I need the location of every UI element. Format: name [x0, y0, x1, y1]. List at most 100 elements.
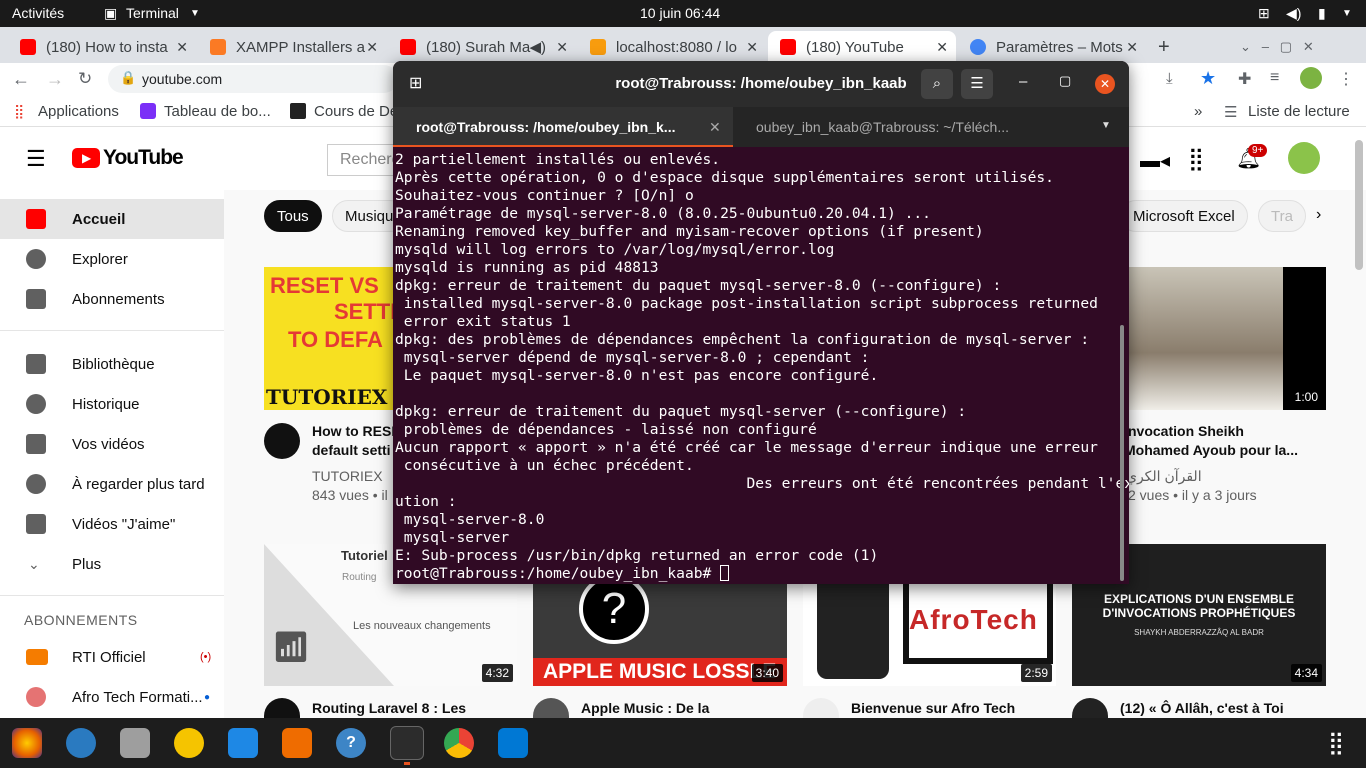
close-icon[interactable]: ✕ [936, 39, 948, 56]
video-title[interactable]: Apple Music : De la [581, 699, 709, 718]
sidebar-item-vos-videos[interactable]: Vos vidéos [0, 424, 224, 464]
media-icon[interactable]: ≡ [1270, 69, 1279, 87]
video-thumbnail[interactable]: RESET VS SETTI TO DEFA TUTORIEX [264, 267, 394, 410]
battery-icon[interactable]: ▮ [1318, 5, 1326, 22]
terminal-scrollbar[interactable] [1120, 325, 1124, 581]
hamburger-menu-icon[interactable]: ☰ [26, 146, 46, 172]
sidebar-item-bibliotheque[interactable]: Bibliothèque [0, 344, 224, 384]
files-icon[interactable] [120, 728, 150, 758]
avatar[interactable] [1288, 142, 1320, 174]
sidebar-item-explorer[interactable]: Explorer [0, 239, 224, 279]
forward-icon[interactable]: → [46, 69, 64, 90]
tab-youtube-1[interactable]: (180) How to insta ✕ [8, 31, 196, 63]
volume-icon[interactable]: ◀) [1286, 5, 1301, 22]
audio-icon[interactable]: ◀) [529, 38, 546, 56]
help-icon[interactable]: ? [336, 728, 366, 758]
video-title[interactable]: Bienvenue sur Afro Tech [851, 699, 1015, 718]
channel-avatar[interactable] [264, 698, 300, 718]
sidebar-item-watch-later[interactable]: À regarder plus tard [0, 464, 224, 504]
video-title[interactable]: nvocation Sheikh [1128, 422, 1244, 441]
close-icon[interactable]: ✕ [1126, 39, 1138, 56]
close-icon[interactable]: ✕ [176, 39, 188, 56]
chevron-right-icon[interactable]: › [1316, 206, 1321, 224]
firefox-icon[interactable] [12, 728, 42, 758]
thunderbird-icon[interactable] [66, 728, 96, 758]
channel-avatar[interactable] [1072, 698, 1108, 718]
chip-excel[interactable]: Microsoft Excel [1120, 200, 1248, 232]
sidebar-item-abonnements[interactable]: Abonnements [0, 279, 224, 319]
close-icon[interactable]: ✕ [746, 39, 758, 56]
video-title[interactable]: Mohamed Ayoub pour la... [1124, 441, 1298, 460]
channel-avatar[interactable] [264, 423, 300, 459]
bookmark-cours[interactable]: Cours de De [314, 103, 398, 120]
terminal-titlebar[interactable]: ⊞ root@Trabrouss: /home/oubey_ibn_kaab ⌕… [393, 61, 1129, 107]
tab-parametres[interactable]: Paramètres – Mots ✕ [958, 31, 1146, 63]
vscode-icon[interactable] [498, 728, 528, 758]
url-field[interactable]: 🔒 youtube.com [108, 65, 398, 93]
profile-avatar[interactable] [1300, 67, 1322, 89]
youtube-logo-text[interactable]: YouTube [103, 146, 184, 170]
channel-avatar[interactable] [803, 698, 839, 718]
tab-xampp[interactable]: XAMPP Installers a ✕ [198, 31, 386, 63]
video-title[interactable]: Routing Laravel 8 : Les [312, 699, 466, 718]
channel-name[interactable]: TUTORIEX [312, 468, 383, 484]
sidebar-item-liked[interactable]: Vidéos "J'aime" [0, 504, 224, 544]
install-icon[interactable]: ⤓ [1166, 70, 1173, 87]
settings-favicon-icon [970, 39, 986, 55]
software-center-icon[interactable] [282, 728, 312, 758]
tab-localhost[interactable]: localhost:8080 / lo ✕ [578, 31, 766, 63]
sidebar-item-plus[interactable]: ⌄ Plus [0, 544, 224, 584]
window-controls[interactable]: ⌄ – ▢ ✕ [1228, 31, 1348, 63]
video-title[interactable]: (12) « Ô Allâh, c'est à Toi [1120, 699, 1284, 718]
search-icon[interactable]: ⌕ [921, 69, 953, 99]
tab-youtube-active[interactable]: (180) YouTube ✕ [768, 31, 956, 63]
reading-list[interactable]: Liste de lecture [1248, 103, 1350, 120]
bookmarks-overflow[interactable]: » [1194, 103, 1202, 120]
minimize-icon[interactable]: – [1019, 73, 1027, 90]
extensions-icon[interactable]: ✚ [1238, 69, 1251, 89]
chip-tra[interactable]: Tra [1258, 200, 1306, 232]
sidebar-item-accueil[interactable]: Accueil [0, 199, 224, 239]
show-apps-icon[interactable]: ⣿ [1328, 730, 1344, 756]
new-tab-button[interactable]: + [1150, 31, 1180, 63]
sidebar-item-historique[interactable]: Historique [0, 384, 224, 424]
app-menu[interactable]: Terminal [126, 5, 179, 21]
video-thumbnail[interactable]: 1:00 [1128, 267, 1326, 410]
bookmark-apps[interactable]: Applications [38, 103, 119, 120]
chip-tous[interactable]: Tous [264, 200, 322, 232]
page-scrollbar[interactable] [1355, 140, 1363, 270]
system-menu-icon[interactable]: ▼ [1342, 8, 1352, 19]
terminal-output[interactable]: 2 partiellement installés ou enlevés. Apr… [395, 151, 1129, 583]
close-icon[interactable]: ✕ [366, 39, 378, 56]
sidebar-sub-rti[interactable]: RTI Officiel (•) [0, 637, 224, 677]
back-icon[interactable]: ← [12, 69, 30, 90]
chevron-down-icon[interactable]: ▼ [1101, 120, 1111, 131]
reload-icon[interactable]: ↻ [78, 69, 92, 89]
bookmark-tableau[interactable]: Tableau de bo... [164, 103, 271, 120]
channel-avatar[interactable] [533, 698, 569, 718]
terminal-tab-user[interactable]: oubey_ibn_kaab@Trabrouss: ~/Téléch... [733, 107, 1093, 147]
video-title[interactable]: default setti [312, 441, 391, 460]
terminal-tab-root[interactable]: root@Trabrouss: /home/oubey_ibn_k... ✕ [393, 107, 733, 147]
channel-name[interactable]: القرآن الكري [1126, 468, 1202, 485]
close-icon[interactable]: ✕ [709, 119, 721, 136]
create-video-icon[interactable]: ▬◂ [1140, 148, 1170, 173]
network-icon[interactable]: ⊞ [1258, 5, 1270, 22]
tab-surah[interactable]: (180) Surah Ma ◀) ✕ [388, 31, 576, 63]
activities-button[interactable]: Activités [12, 5, 64, 21]
close-icon[interactable]: ✕ [1095, 74, 1115, 94]
rhythmbox-icon[interactable] [174, 728, 204, 758]
apps-grid-icon[interactable]: ⣿ [1188, 146, 1204, 172]
close-icon[interactable]: ✕ [556, 39, 568, 56]
chrome-icon[interactable] [444, 728, 474, 758]
sidebar-sub-afrotech[interactable]: Afro Tech Formati... ● [0, 677, 224, 717]
libreoffice-writer-icon[interactable] [228, 728, 258, 758]
youtube-logo-icon[interactable]: ▶ [72, 148, 100, 168]
terminal-icon[interactable] [390, 726, 424, 760]
menu-dots-icon[interactable]: ⋮ [1338, 69, 1354, 89]
clock[interactable]: 10 juin 06:44 [640, 5, 720, 21]
hamburger-menu-icon[interactable]: ☰ [961, 69, 993, 99]
video-title[interactable]: How to RESE [312, 422, 401, 441]
star-icon[interactable]: ★ [1200, 68, 1216, 89]
maximize-icon[interactable]: ▢ [1059, 73, 1071, 89]
